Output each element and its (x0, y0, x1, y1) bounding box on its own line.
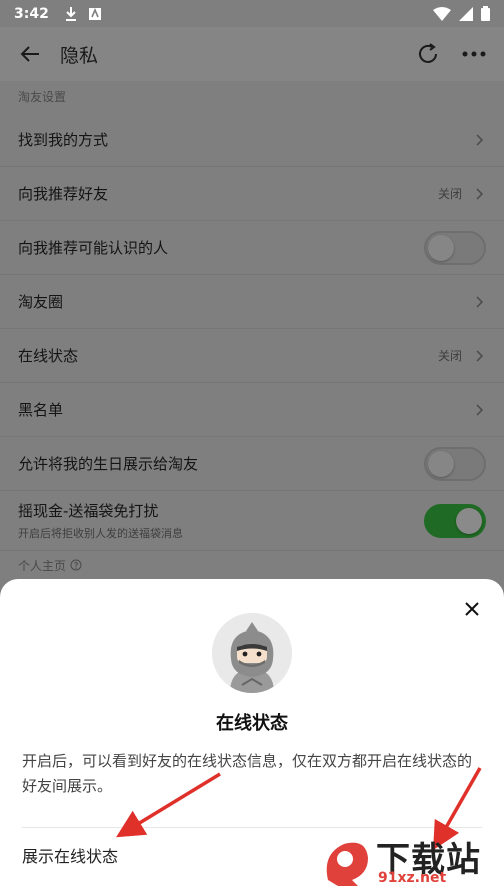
watermark-logo: 下载站 91xz.net (318, 832, 498, 892)
show-online-status-option[interactable]: 展示在线状态 (22, 843, 118, 867)
row-label: 找到我的方式 (18, 131, 109, 149)
chevron-right-icon (476, 295, 484, 308)
birthday-toggle[interactable] (424, 446, 486, 481)
chevron-right-icon (476, 349, 484, 362)
watermark-url: 91xz.net (378, 870, 447, 886)
row-recommend-friends[interactable]: 向我推荐好友 关闭 (0, 167, 504, 221)
divider (22, 827, 482, 828)
wifi-icon (433, 6, 451, 21)
row-online-status[interactable]: 在线状态 关闭 (0, 329, 504, 383)
row-label: 黑名单 (18, 401, 64, 419)
row-value: 关闭 (437, 187, 462, 201)
sheet-title: 在线状态 (216, 713, 288, 734)
row-lucky-bag: 摇现金-送福袋免打扰 开启后将拒收别人发的送福袋消息 (0, 491, 504, 551)
close-icon (465, 602, 479, 616)
section2-title: 个人主页 (0, 551, 504, 581)
row-label: 向我推荐好友 (18, 185, 109, 203)
row-find-me[interactable]: 找到我的方式 (0, 113, 504, 167)
section-title: 淘友设置 (18, 90, 67, 104)
recommend-known-toggle[interactable] (424, 230, 486, 265)
avatar (212, 613, 292, 693)
download-icon (65, 6, 76, 21)
help-icon[interactable] (70, 559, 82, 571)
row-sublabel: 开启后将拒收别人发的送福袋消息 (18, 527, 183, 540)
sheet-description: 开启后，可以看到好友的在线状态信息，仅在双方都开启在线状态的好友间展示。 (22, 752, 473, 795)
chevron-right-icon (476, 133, 484, 146)
chevron-right-icon (476, 187, 484, 200)
more-icon[interactable] (462, 51, 486, 57)
battery-icon (481, 6, 490, 21)
status-time: 3:42 (14, 5, 49, 22)
row-value: 关闭 (437, 349, 462, 363)
signal-icon (459, 6, 473, 21)
row-label: 允许将我的生日展示给淘友 (18, 455, 199, 473)
row-birthday: 允许将我的生日展示给淘友 (0, 437, 504, 491)
row-label: 在线状态 (18, 347, 79, 365)
status-bar: 3:42 (0, 0, 504, 27)
row-label: 摇现金-送福袋免打扰 (18, 502, 159, 520)
app-bar: 隐私 (0, 27, 504, 81)
row-friend-circle[interactable]: 淘友圈 (0, 275, 504, 329)
lucky-bag-toggle[interactable] (424, 503, 486, 538)
refresh-icon[interactable] (416, 42, 440, 66)
back-button[interactable] (0, 27, 60, 81)
page-title: 隐私 (60, 44, 99, 67)
row-label: 淘友圈 (18, 293, 64, 311)
row-recommend-known: 向我推荐可能认识的人 (0, 221, 504, 275)
close-button[interactable] (460, 597, 484, 621)
row-label: 向我推荐可能认识的人 (18, 239, 169, 257)
site-logo-icon (326, 842, 368, 886)
ninja-avatar-icon (212, 613, 292, 693)
arrow-left-icon (20, 46, 39, 62)
chevron-right-icon (476, 403, 484, 416)
row-blacklist[interactable]: 黑名单 (0, 383, 504, 437)
app-notification-icon (88, 7, 101, 20)
